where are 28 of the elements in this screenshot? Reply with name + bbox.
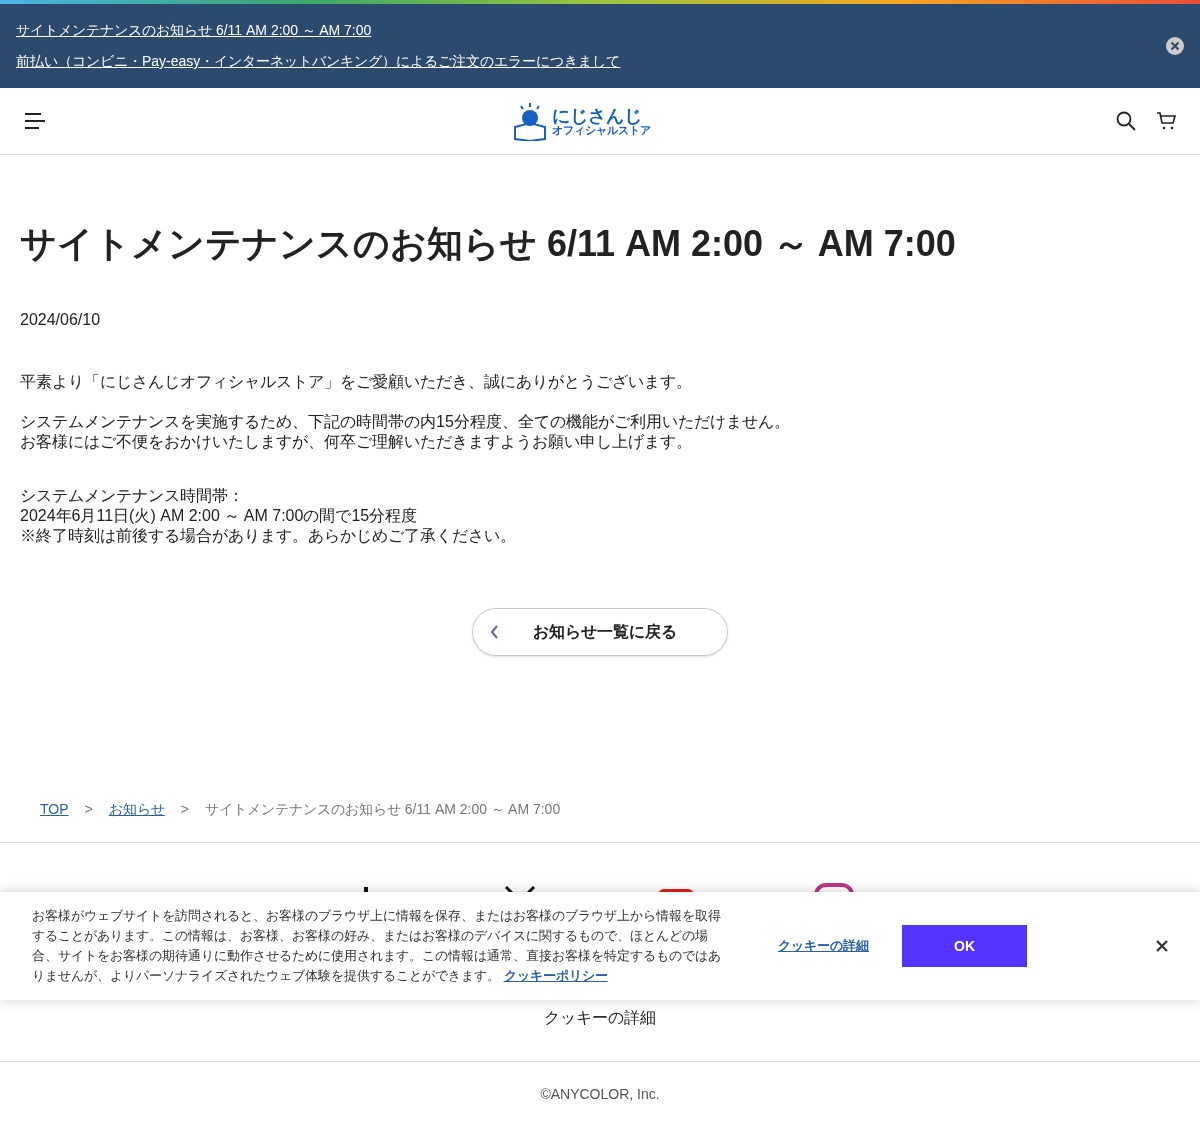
logo-mascot-icon	[511, 101, 548, 141]
close-icon[interactable]	[1166, 37, 1184, 55]
article-paragraph: システムメンテナンスを実施するため、下記の時間帯の内15分程度、全ての機能がご利用いただけません。 お客様にはご不便をおかけいたしますが、何卒ご理解いただきますようお願い申し上げます。	[20, 412, 791, 452]
article-paragraph: システムメンテナンス時間帯： 2024年6月11日(火) AM 2:00 ～ AM 7:00の間で15分程度 ※終了時刻は前後する場合があります。あらかじめご了承ください。	[20, 486, 517, 546]
copyright: ©ANYCOLOR, Inc.	[540, 1085, 660, 1104]
breadcrumb-separator: >	[83, 799, 94, 819]
breadcrumb-separator: >	[179, 799, 190, 819]
back-button[interactable]: お知らせ一覧に戻る	[472, 608, 728, 656]
logo-subtitle: オフィシャルストア	[551, 124, 651, 136]
menu-icon[interactable]	[24, 112, 46, 130]
breadcrumb-link[interactable]: TOP	[40, 798, 69, 820]
breadcrumb-current: サイトメンテナンスのお知らせ 6/11 AM 2:00 ～ AM 7:00	[204, 799, 561, 819]
article-date: 2024/06/10	[20, 310, 102, 330]
close-icon[interactable]	[1156, 940, 1168, 952]
cookie-policy-link[interactable]: クッキーポリシー	[503, 968, 608, 983]
chevron-left-icon	[489, 624, 499, 640]
cookie-notice-text: お客様がウェブサイトを訪問されると、お客様のブラウザ上に情報を保存、またはお客様のブラウザ上から情報を取得することがあります。この情報は、お客様、お客様の好み、またはお客様のデバイスに関するもので、ほとんどの場合、サイトをお客様の期待通りに動作させるために使用されます。この情報は通常、直接お客様を特定するものではありませんが、よりパーソナライズされたウェブ体験を提供することができます。 クッキーポリシー	[32, 907, 722, 985]
cart-icon[interactable]	[1156, 111, 1176, 131]
cookie-details-link[interactable]: クッキーの詳細	[544, 1006, 656, 1030]
logo-title: にじさんじ	[551, 106, 643, 125]
ok-button[interactable]: OK	[902, 925, 1027, 967]
cookie-details-link[interactable]: クッキーの詳細	[778, 936, 869, 956]
article-paragraph: 平素より「にじさんじオフィシャルストア」をご愛顧いただき、誠にありがとうございます。	[20, 372, 693, 392]
breadcrumb-link[interactable]: お知らせ	[108, 798, 165, 820]
notice-link[interactable]: サイトメンテナンスのお知らせ 6/11 AM 2:00 ～ AM 7:00	[16, 20, 621, 41]
article-title: サイトメンテナンスのお知らせ 6/11 AM 2:00 ～ AM 7:00	[20, 222, 957, 266]
notice-link[interactable]: 前払い（コンビニ・Pay-easy・インターネットバンキング）によるご注文のエラーにつきまして	[16, 51, 621, 72]
search-icon[interactable]	[1116, 111, 1136, 131]
